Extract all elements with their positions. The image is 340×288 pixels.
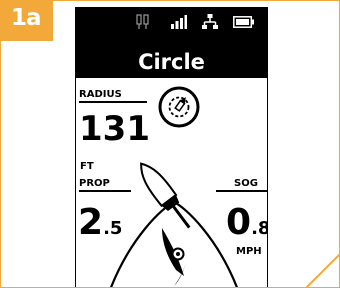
figure-badge-label: 1a (11, 5, 42, 31)
gps-icon (136, 14, 149, 29)
steering-graphic (110, 162, 238, 287)
network-icon (202, 14, 218, 29)
radius-label: RADIUS (79, 89, 122, 100)
figure-frame: 1a Circle RADIUS 131 FT PROP 2.5 SOG 0. … (0, 0, 340, 288)
prop-value-int: 2 (78, 202, 104, 243)
signal-icon (171, 15, 187, 29)
header-bar: Circle (76, 8, 267, 78)
figure-badge: 1a (1, 1, 53, 41)
mode-title: Circle (138, 50, 205, 74)
radius-divider (79, 101, 147, 103)
radius-unit: FT (80, 161, 94, 172)
radius-value: 131 (79, 109, 150, 149)
device-screen: Circle RADIUS 131 FT PROP 2.5 SOG 0.8 MP… (75, 7, 268, 287)
circle-mode-icon[interactable] (158, 86, 200, 128)
battery-icon (233, 16, 254, 28)
sog-value-dec: .8 (251, 218, 267, 239)
corner-accent (305, 253, 339, 287)
